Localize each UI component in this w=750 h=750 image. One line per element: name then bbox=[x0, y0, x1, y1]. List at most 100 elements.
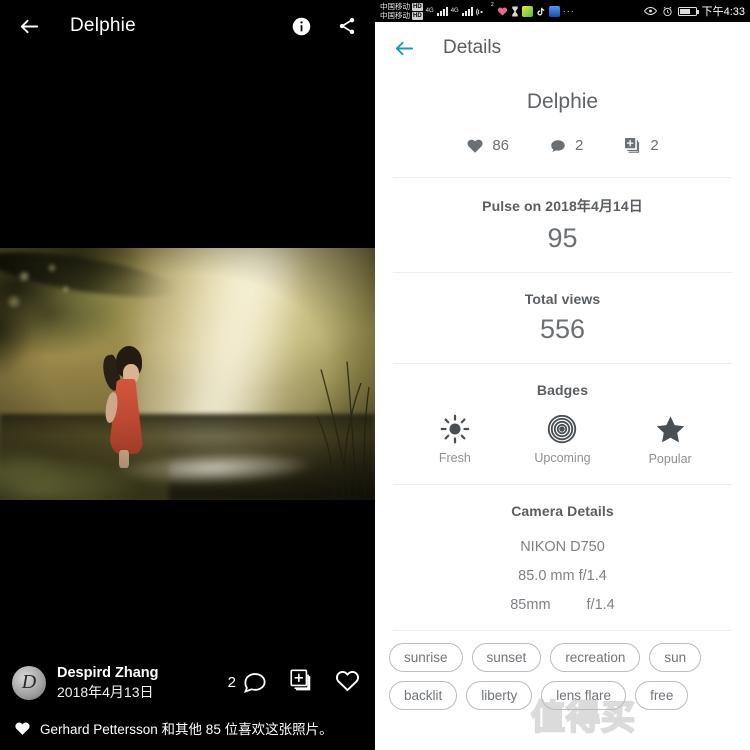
viewer-bottom-bar: D Despird Zhang 2018年4月13日 2 Gerhard Pet… bbox=[0, 651, 375, 750]
badge-label: Popular bbox=[648, 452, 692, 466]
arrow-left-icon[interactable] bbox=[391, 35, 417, 61]
page-title: Details bbox=[443, 37, 502, 58]
carrier-name-sim2: 中国移动 bbox=[380, 11, 410, 20]
star-icon bbox=[656, 416, 684, 443]
camera-details-title: Camera Details bbox=[511, 503, 614, 519]
battery-icon bbox=[677, 6, 699, 16]
tag-item[interactable]: sunrise bbox=[389, 643, 463, 672]
eye-icon bbox=[643, 6, 657, 16]
arrow-left-icon[interactable] bbox=[14, 11, 44, 41]
tag-item[interactable]: free bbox=[635, 681, 689, 710]
author-info: Despird Zhang 2018年4月13日 bbox=[57, 664, 228, 702]
carrier-name-sim1: 中国移动 bbox=[380, 2, 410, 11]
network-type-sim1: 4G bbox=[425, 8, 434, 14]
comment-icon bbox=[243, 673, 266, 694]
signal-bars-sim2 bbox=[461, 6, 473, 16]
albums-count: 2 bbox=[650, 137, 659, 154]
pulse-value: 95 bbox=[547, 223, 578, 253]
share-icon[interactable] bbox=[333, 12, 361, 40]
photo-vignette bbox=[0, 248, 375, 500]
alarm-icon bbox=[662, 6, 672, 16]
photo-image[interactable] bbox=[0, 248, 375, 500]
wifi-icon bbox=[475, 7, 483, 16]
app-root: Delphie D Despird Zhang 2018年4月13日 2 Ger… bbox=[0, 0, 750, 750]
total-views-title: Total views bbox=[524, 291, 601, 307]
sun-icon bbox=[440, 414, 470, 444]
tag-item[interactable]: backlit bbox=[389, 681, 458, 710]
heart-filled-icon bbox=[467, 139, 483, 153]
details-header: Details bbox=[375, 22, 750, 74]
tag-item[interactable]: lens flare bbox=[541, 681, 627, 710]
comment-button[interactable]: 2 bbox=[228, 669, 268, 696]
target-icon bbox=[548, 414, 577, 444]
wechat-icon bbox=[521, 5, 533, 17]
likes-count: 86 bbox=[492, 137, 509, 154]
comment-icon bbox=[551, 139, 565, 152]
tags-list: sunrise sunset recreation sun backlit li… bbox=[375, 631, 750, 710]
status-bar-left: 中国移动 HD 中国移动 HD 4G 4G 2 ··· bbox=[380, 2, 641, 20]
wifi-superscript: 2 bbox=[490, 2, 494, 8]
clock-time: 下午4:33 bbox=[701, 6, 745, 18]
author-name[interactable]: Despird Zhang bbox=[57, 664, 228, 684]
total-views-section: Total views 556 bbox=[375, 273, 750, 363]
status-bar-right: 下午4:33 bbox=[643, 3, 745, 19]
pulse-section: Pulse on 2018年4月14日 95 bbox=[375, 178, 750, 272]
info-icon[interactable] bbox=[287, 12, 315, 40]
status-bar: 中国移动 HD 中国移动 HD 4G 4G 2 ··· 下午4:33 bbox=[375, 0, 750, 22]
comments-count: 2 bbox=[575, 137, 584, 154]
author-row: D Despird Zhang 2018年4月13日 2 bbox=[0, 652, 375, 712]
details-panel: 中国移动 HD 中国移动 HD 4G 4G 2 ··· 下午4:33 Detai… bbox=[375, 0, 750, 750]
viewer-title: Delphie bbox=[70, 15, 136, 36]
heart-outline-icon bbox=[336, 670, 359, 692]
add-to-album-icon bbox=[290, 669, 311, 691]
heart-filled-icon bbox=[15, 721, 30, 735]
camera-exif-row: 85mm f/1.4 bbox=[375, 591, 750, 620]
pulse-title: Pulse on 2018年4月14日 bbox=[482, 198, 643, 214]
hd-badge-sim1: HD bbox=[412, 2, 423, 11]
likes-text: Gerhard Pettersson 和其他 85 位喜欢这张照片。 bbox=[40, 722, 333, 737]
like-button[interactable] bbox=[334, 667, 361, 699]
avatar[interactable]: D bbox=[12, 665, 46, 700]
total-views-value: 556 bbox=[539, 314, 586, 344]
signal-bars-sim1 bbox=[436, 6, 448, 16]
comment-count: 2 bbox=[227, 674, 236, 692]
hd-badge-sim2: HD bbox=[412, 11, 423, 20]
tag-item[interactable]: sun bbox=[649, 643, 702, 672]
app-icon bbox=[548, 5, 560, 17]
viewer-top-bar: Delphie bbox=[0, 0, 375, 52]
network-type-sim2: 4G bbox=[450, 8, 459, 14]
camera-focal-length: 85mm bbox=[510, 597, 551, 613]
camera-details-section: Camera Details NIKON D750 85.0 mm f/1.4 … bbox=[375, 485, 750, 630]
badges-row: Fresh Upcoming Popular bbox=[375, 414, 750, 466]
camera-lens: 85.0 mm f/1.4 bbox=[518, 568, 607, 584]
comments-stat[interactable]: 2 bbox=[549, 137, 583, 155]
tag-item[interactable]: recreation bbox=[550, 643, 641, 672]
photo-viewer-panel: Delphie D Despird Zhang 2018年4月13日 2 Ger… bbox=[0, 0, 375, 750]
camera-model: NIKON D750 bbox=[520, 539, 605, 555]
more-icon: ··· bbox=[562, 6, 575, 16]
badge-popular[interactable]: Popular bbox=[634, 414, 706, 466]
badge-label: Upcoming bbox=[534, 451, 591, 465]
badge-fresh[interactable]: Fresh bbox=[419, 414, 491, 466]
badge-upcoming[interactable]: Upcoming bbox=[526, 414, 598, 466]
photo-date: 2018年4月13日 bbox=[57, 684, 154, 701]
carrier-labels: 中国移动 HD 中国移动 HD bbox=[380, 2, 423, 20]
camera-lines: NIKON D750 85.0 mm f/1.4 85mm f/1.4 bbox=[375, 533, 750, 620]
badges-section: Badges Fresh Upcoming Popular bbox=[375, 364, 750, 484]
badges-title: Badges bbox=[536, 382, 589, 398]
add-to-album-button[interactable] bbox=[288, 667, 314, 698]
tag-item[interactable]: liberty bbox=[466, 681, 533, 710]
details-photo-title: Delphie bbox=[526, 90, 599, 113]
hourglass-icon bbox=[512, 6, 518, 16]
albums-stat[interactable]: 2 bbox=[623, 136, 659, 155]
likes-summary: Gerhard Pettersson 和其他 85 位喜欢这张照片。 bbox=[0, 712, 375, 750]
heart-icon bbox=[497, 7, 507, 16]
tag-item[interactable]: sunset bbox=[471, 643, 542, 672]
camera-aperture: f/1.4 bbox=[586, 597, 615, 613]
details-stats-row: 86 2 2 bbox=[375, 136, 750, 177]
likes-stat[interactable]: 86 bbox=[466, 137, 509, 155]
badge-label: Fresh bbox=[438, 451, 471, 465]
add-to-album-icon bbox=[625, 137, 640, 153]
viewer-actions: 2 bbox=[228, 667, 361, 699]
tiktok-icon bbox=[537, 7, 545, 15]
